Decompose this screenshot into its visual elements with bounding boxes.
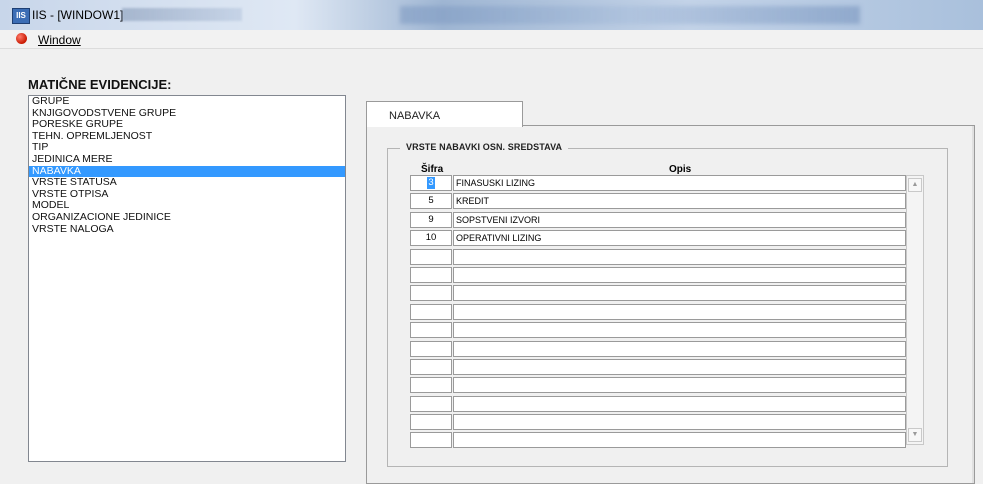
code-cell[interactable]: 3	[410, 175, 452, 191]
table-row	[410, 248, 906, 267]
data-grid: 3 FINASUSKI LIZING 5 KREDIT 9 SOPSTVENI IZVOR…	[410, 175, 906, 451]
description-cell[interactable]	[453, 358, 906, 375]
table-row: 10 OPERATIVNI LIZING	[410, 230, 906, 248]
description-cell[interactable]	[453, 340, 906, 357]
description-cell[interactable]	[453, 377, 906, 394]
table-row	[410, 322, 906, 340]
column-header-description: Opis	[669, 164, 692, 175]
table-row	[410, 358, 906, 377]
description-cell[interactable]	[453, 248, 906, 265]
code-value: 5	[428, 195, 434, 207]
code-cell[interactable]	[410, 248, 452, 265]
tab-nabavka[interactable]: NABAVKA	[366, 101, 523, 127]
table-row	[410, 285, 906, 303]
table-row: 9 SOPSTVENI IZVORI	[410, 211, 906, 230]
code-value: 3	[427, 177, 435, 189]
table-row	[410, 303, 906, 322]
description-cell[interactable]	[453, 285, 906, 302]
code-cell[interactable]	[410, 266, 452, 283]
scroll-down-arrow-icon[interactable]: ▼	[908, 428, 922, 442]
code-cell[interactable]	[410, 395, 452, 412]
description-cell[interactable]	[453, 303, 906, 320]
code-cell[interactable]	[410, 358, 452, 375]
description-cell[interactable]	[453, 266, 906, 283]
group-title: VRSTE NABAVKI OSN. SREDSTAVA	[400, 142, 569, 152]
description-cell[interactable]	[453, 432, 906, 449]
list-item[interactable]: ORGANIZACIONE JEDINICE	[29, 211, 345, 224]
code-cell[interactable]: 9	[410, 211, 452, 228]
description-cell[interactable]: SOPSTVENI IZVORI	[453, 211, 906, 228]
menu-window-label: Window	[38, 33, 81, 47]
table-row: 5 KREDIT	[410, 193, 906, 211]
section-title: MATIČNE EVIDENCIJE:	[28, 77, 172, 92]
window-title: IIS - [WINDOW1]	[32, 8, 124, 22]
red-circle-icon[interactable]	[16, 33, 27, 44]
list-item[interactable]: TEHN. OPREMLJENOST	[29, 130, 345, 143]
grid-scrollbar[interactable]: ▲ ▼	[906, 175, 924, 445]
code-value: 9	[428, 213, 434, 225]
blurred-title-area	[122, 8, 242, 21]
table-row	[410, 414, 906, 432]
app-icon[interactable]: IIS	[12, 8, 30, 24]
code-cell[interactable]	[410, 340, 452, 357]
column-header-code: Šifra	[421, 164, 444, 175]
description-cell[interactable]	[453, 414, 906, 431]
code-cell[interactable]	[410, 432, 452, 449]
list-item[interactable]: VRSTE OTPISA	[29, 188, 345, 201]
code-value: 10	[425, 232, 437, 244]
code-cell[interactable]	[410, 303, 452, 320]
scroll-up-arrow-icon[interactable]: ▲	[908, 178, 922, 192]
title-bar[interactable]: IIS IIS - [WINDOW1]	[0, 0, 983, 30]
list-item[interactable]: VRSTE STATUSA	[29, 177, 345, 189]
code-cell[interactable]	[410, 285, 452, 302]
description-cell[interactable]: KREDIT	[453, 193, 906, 210]
table-row	[410, 340, 906, 359]
menu-window[interactable]: Window	[38, 33, 81, 47]
code-cell[interactable]	[410, 322, 452, 339]
description-cell[interactable]	[453, 395, 906, 412]
table-row	[410, 432, 906, 450]
code-cell[interactable]: 10	[410, 230, 452, 247]
table-row	[410, 266, 906, 285]
description-cell[interactable]	[453, 322, 906, 339]
code-cell[interactable]: 5	[410, 193, 452, 210]
code-cell[interactable]	[410, 377, 452, 394]
code-cell[interactable]	[410, 414, 452, 431]
table-row: 3 FINASUSKI LIZING	[410, 175, 906, 193]
description-cell[interactable]: FINASUSKI LIZING	[453, 175, 906, 191]
menu-bar: Window	[0, 30, 983, 49]
blurred-title-area-right	[400, 6, 860, 24]
list-item[interactable]: GRUPE	[29, 95, 345, 108]
evidence-list[interactable]: GRUPE KNJIGOVODSTVENE GRUPE PORESKE GRUPE T…	[28, 95, 346, 462]
table-row	[410, 377, 906, 395]
description-cell[interactable]: OPERATIVNI LIZING	[453, 230, 906, 247]
list-item[interactable]: JEDINICA MERE	[29, 153, 345, 166]
list-item[interactable]: VRSTE NALOGA	[29, 223, 345, 236]
table-row	[410, 395, 906, 414]
tab-nabavka-label: NABAVKA	[389, 110, 441, 122]
